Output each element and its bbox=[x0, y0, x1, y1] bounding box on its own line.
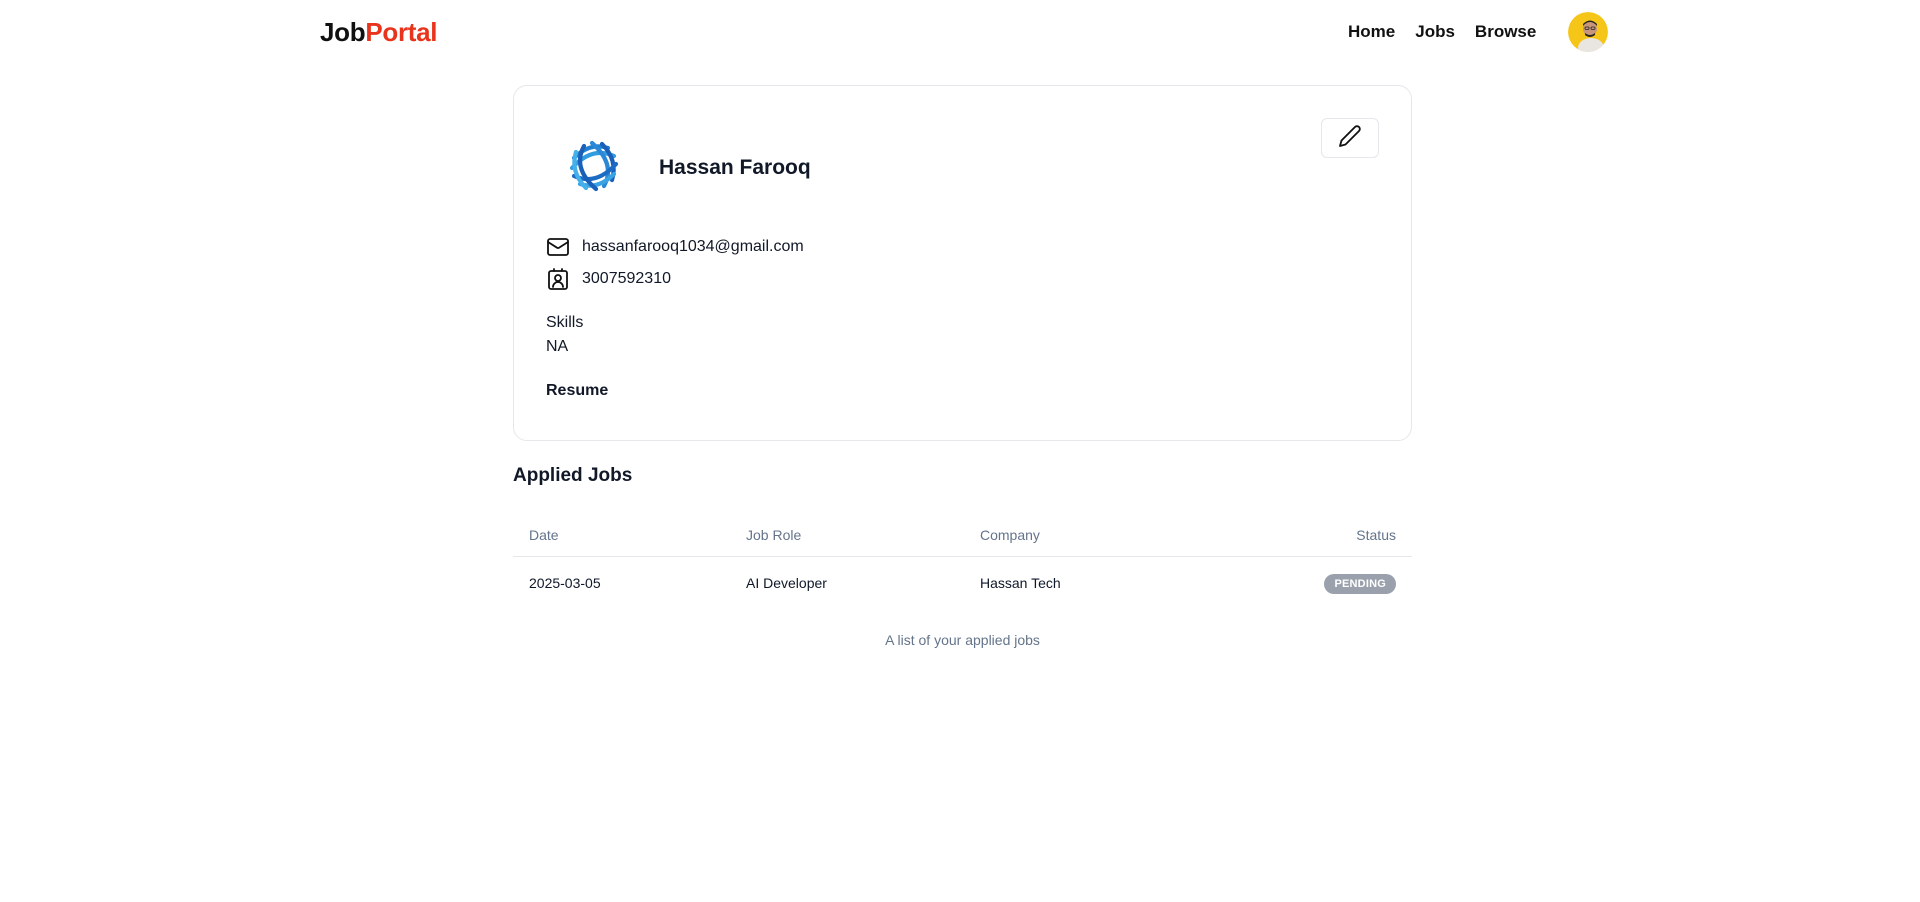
resume-label: Resume bbox=[546, 382, 609, 399]
profile-email: hassanfarooq1034@gmail.com bbox=[582, 238, 804, 255]
site-logo[interactable]: JobPortal bbox=[320, 17, 438, 48]
row-job-role: AI Developer bbox=[746, 575, 827, 591]
profile-card: Hassan Farooq hassanfarooq1034@gmail.com bbox=[513, 85, 1412, 441]
company-logo bbox=[566, 138, 622, 194]
nav-links: Home Jobs Browse bbox=[1348, 22, 1536, 42]
pencil-icon bbox=[1338, 124, 1362, 153]
navbar: JobPortal Home Jobs Browse bbox=[0, 0, 1920, 64]
status-badge: PENDING bbox=[1324, 574, 1396, 594]
table-row[interactable]: 2025-03-05 AI Developer Hassan Tech PEND… bbox=[513, 557, 1412, 611]
applied-jobs-title: Applied Jobs bbox=[513, 465, 633, 486]
logo-text-portal: Portal bbox=[365, 17, 438, 47]
phone-row: 3007592310 bbox=[546, 267, 671, 291]
table-caption: A list of your applied jobs bbox=[885, 632, 1040, 648]
applied-jobs-table: Date Job Role Company Status 2025-03-05 … bbox=[513, 515, 1412, 611]
email-row: hassanfarooq1034@gmail.com bbox=[546, 235, 804, 259]
header-job-role: Job Role bbox=[746, 527, 802, 543]
avatar-image bbox=[1568, 12, 1608, 52]
header-company: Company bbox=[980, 527, 1040, 543]
header-status: Status bbox=[1356, 527, 1396, 543]
edit-profile-button[interactable] bbox=[1321, 118, 1379, 158]
skills-label: Skills bbox=[546, 314, 584, 331]
nav-link-jobs[interactable]: Jobs bbox=[1415, 22, 1455, 42]
skills-value: NA bbox=[546, 338, 569, 355]
user-avatar[interactable] bbox=[1568, 12, 1608, 52]
contact-icon bbox=[546, 267, 570, 291]
row-date: 2025-03-05 bbox=[529, 575, 601, 591]
logo-text-job: Job bbox=[320, 17, 366, 47]
mail-icon bbox=[546, 235, 570, 259]
profile-name: Hassan Farooq bbox=[659, 156, 811, 179]
header-date: Date bbox=[529, 527, 559, 543]
table-header: Date Job Role Company Status bbox=[513, 515, 1412, 557]
profile-phone: 3007592310 bbox=[582, 270, 671, 287]
row-company: Hassan Tech bbox=[980, 575, 1061, 591]
nav-link-home[interactable]: Home bbox=[1348, 22, 1395, 42]
nav-link-browse[interactable]: Browse bbox=[1475, 22, 1536, 42]
